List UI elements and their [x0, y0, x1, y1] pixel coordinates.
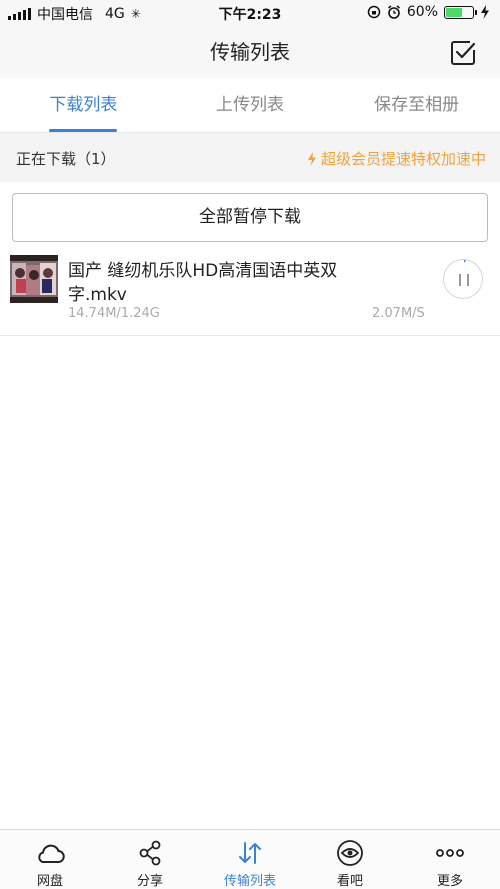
more-icon	[436, 849, 464, 857]
nav-bar: 传输列表	[0, 26, 500, 78]
tab-bar-label-share: 分享	[136, 874, 163, 889]
transfer-tabs: 下载列表 上传列表 保存至相册	[0, 78, 500, 132]
tab-bar-label-transfer: 传输列表	[223, 874, 276, 889]
tab-bar-label-more: 更多	[436, 874, 463, 889]
status-right: 60%	[367, 4, 490, 20]
cloud-icon	[38, 844, 65, 863]
battery-icon	[444, 5, 477, 19]
page-title: 传输列表	[210, 40, 290, 64]
vip-promo-link[interactable]: 超级会员提速特权加速中	[307, 148, 486, 169]
transfer-icon	[239, 842, 261, 864]
tab-bar-label-watch: 看吧	[336, 874, 363, 889]
eye-icon	[337, 840, 363, 866]
video-thumbnail	[10, 255, 58, 303]
alarm-icon	[387, 5, 400, 19]
battery-fill	[446, 7, 462, 17]
status-bar: 中国电信 4G ✳ 下午2:23 60%	[0, 0, 500, 26]
file-size: 14.74M/1.24G	[68, 306, 160, 321]
share-icon	[139, 840, 161, 866]
bottom-tab-bar: 网盘 分享 传输列表 看吧 更多	[0, 829, 500, 889]
vip-promo-text: 超级会员提速特权加速中	[320, 150, 486, 168]
file-name: 国产 缝纫机乐队HD高清国语中英双字.mkv	[68, 261, 338, 305]
lightning-icon	[307, 151, 316, 166]
tab-save-to-album[interactable]: 保存至相册	[333, 78, 500, 132]
rotation-lock-icon	[367, 5, 381, 19]
downloading-count: 正在下载（1）	[16, 150, 116, 168]
tab-bar-netdisk[interactable]: 网盘	[0, 830, 100, 889]
tab-bar-watch[interactable]: 看吧	[300, 830, 400, 889]
downloading-section-header: 正在下载（1） 超级会员提速特权加速中	[0, 132, 500, 182]
tab-bar-label-netdisk: 网盘	[36, 874, 63, 889]
download-item[interactable]: 国产 缝纫机乐队HD高清国语中英双字.mkv 14.74M/1.24G 2.07…	[0, 248, 500, 336]
download-speed: 2.07M/S	[372, 306, 425, 321]
select-edit-icon[interactable]	[450, 40, 476, 66]
charging-icon	[481, 5, 489, 19]
tab-bar-share[interactable]: 分享	[100, 830, 200, 889]
battery-percent: 60%	[406, 4, 438, 20]
tab-bar-transfer[interactable]: 传输列表	[200, 830, 300, 889]
tab-upload-list[interactable]: 上传列表	[167, 78, 334, 132]
pause-icon-left	[459, 274, 461, 286]
tab-bar-more[interactable]: 更多	[400, 830, 500, 889]
progress-ring	[444, 260, 484, 300]
pause-icon-right	[467, 274, 469, 286]
pause-button[interactable]	[443, 259, 484, 300]
tab-download-list[interactable]: 下载列表	[0, 78, 167, 132]
pause-all-button[interactable]: 全部暂停下载	[12, 193, 488, 242]
